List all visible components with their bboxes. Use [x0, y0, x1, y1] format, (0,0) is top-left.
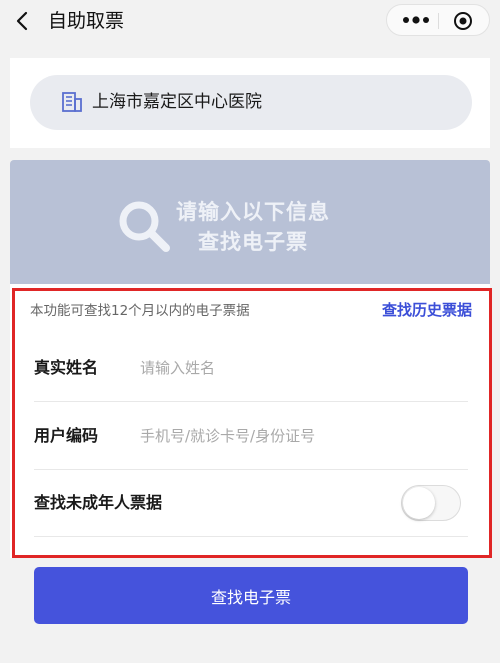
info-banner: 请输入以下信息 查找电子票 [10, 160, 490, 284]
page-title: 自助取票 [48, 10, 125, 32]
toggle-knob [403, 487, 435, 519]
history-receipts-link[interactable]: 查找历史票据 [382, 299, 472, 321]
divider [34, 401, 468, 402]
user-code-label: 用户编码 [34, 426, 99, 445]
hospital-selector[interactable]: 上海市嘉定区中心医院 [30, 75, 472, 130]
hospital-card: 上海市嘉定区中心医院 [10, 58, 490, 148]
form-note: 本功能可查找12个月以内的电子票据 [30, 303, 250, 319]
user-code-input[interactable] [140, 424, 440, 448]
minor-receipts-label: 查找未成年人票据 [34, 493, 163, 512]
mini-program-capsule [386, 4, 490, 36]
find-receipt-button[interactable]: 查找电子票 [34, 567, 468, 624]
hospital-name: 上海市嘉定区中心医院 [92, 92, 262, 112]
capsule-divider [438, 13, 439, 29]
nav-bar: 自助取票 [0, 0, 500, 44]
divider [34, 536, 468, 537]
divider [34, 469, 468, 470]
target-circle-icon[interactable] [453, 11, 473, 31]
name-input[interactable] [140, 356, 440, 380]
building-icon [62, 92, 82, 112]
banner-heading: 请输入以下信息 [176, 200, 330, 224]
minor-receipts-toggle[interactable] [401, 485, 461, 521]
chevron-left-icon[interactable] [12, 10, 34, 32]
banner-subheading: 查找电子票 [198, 230, 308, 254]
more-dots-icon[interactable] [401, 15, 431, 25]
name-label: 真实姓名 [34, 358, 99, 377]
